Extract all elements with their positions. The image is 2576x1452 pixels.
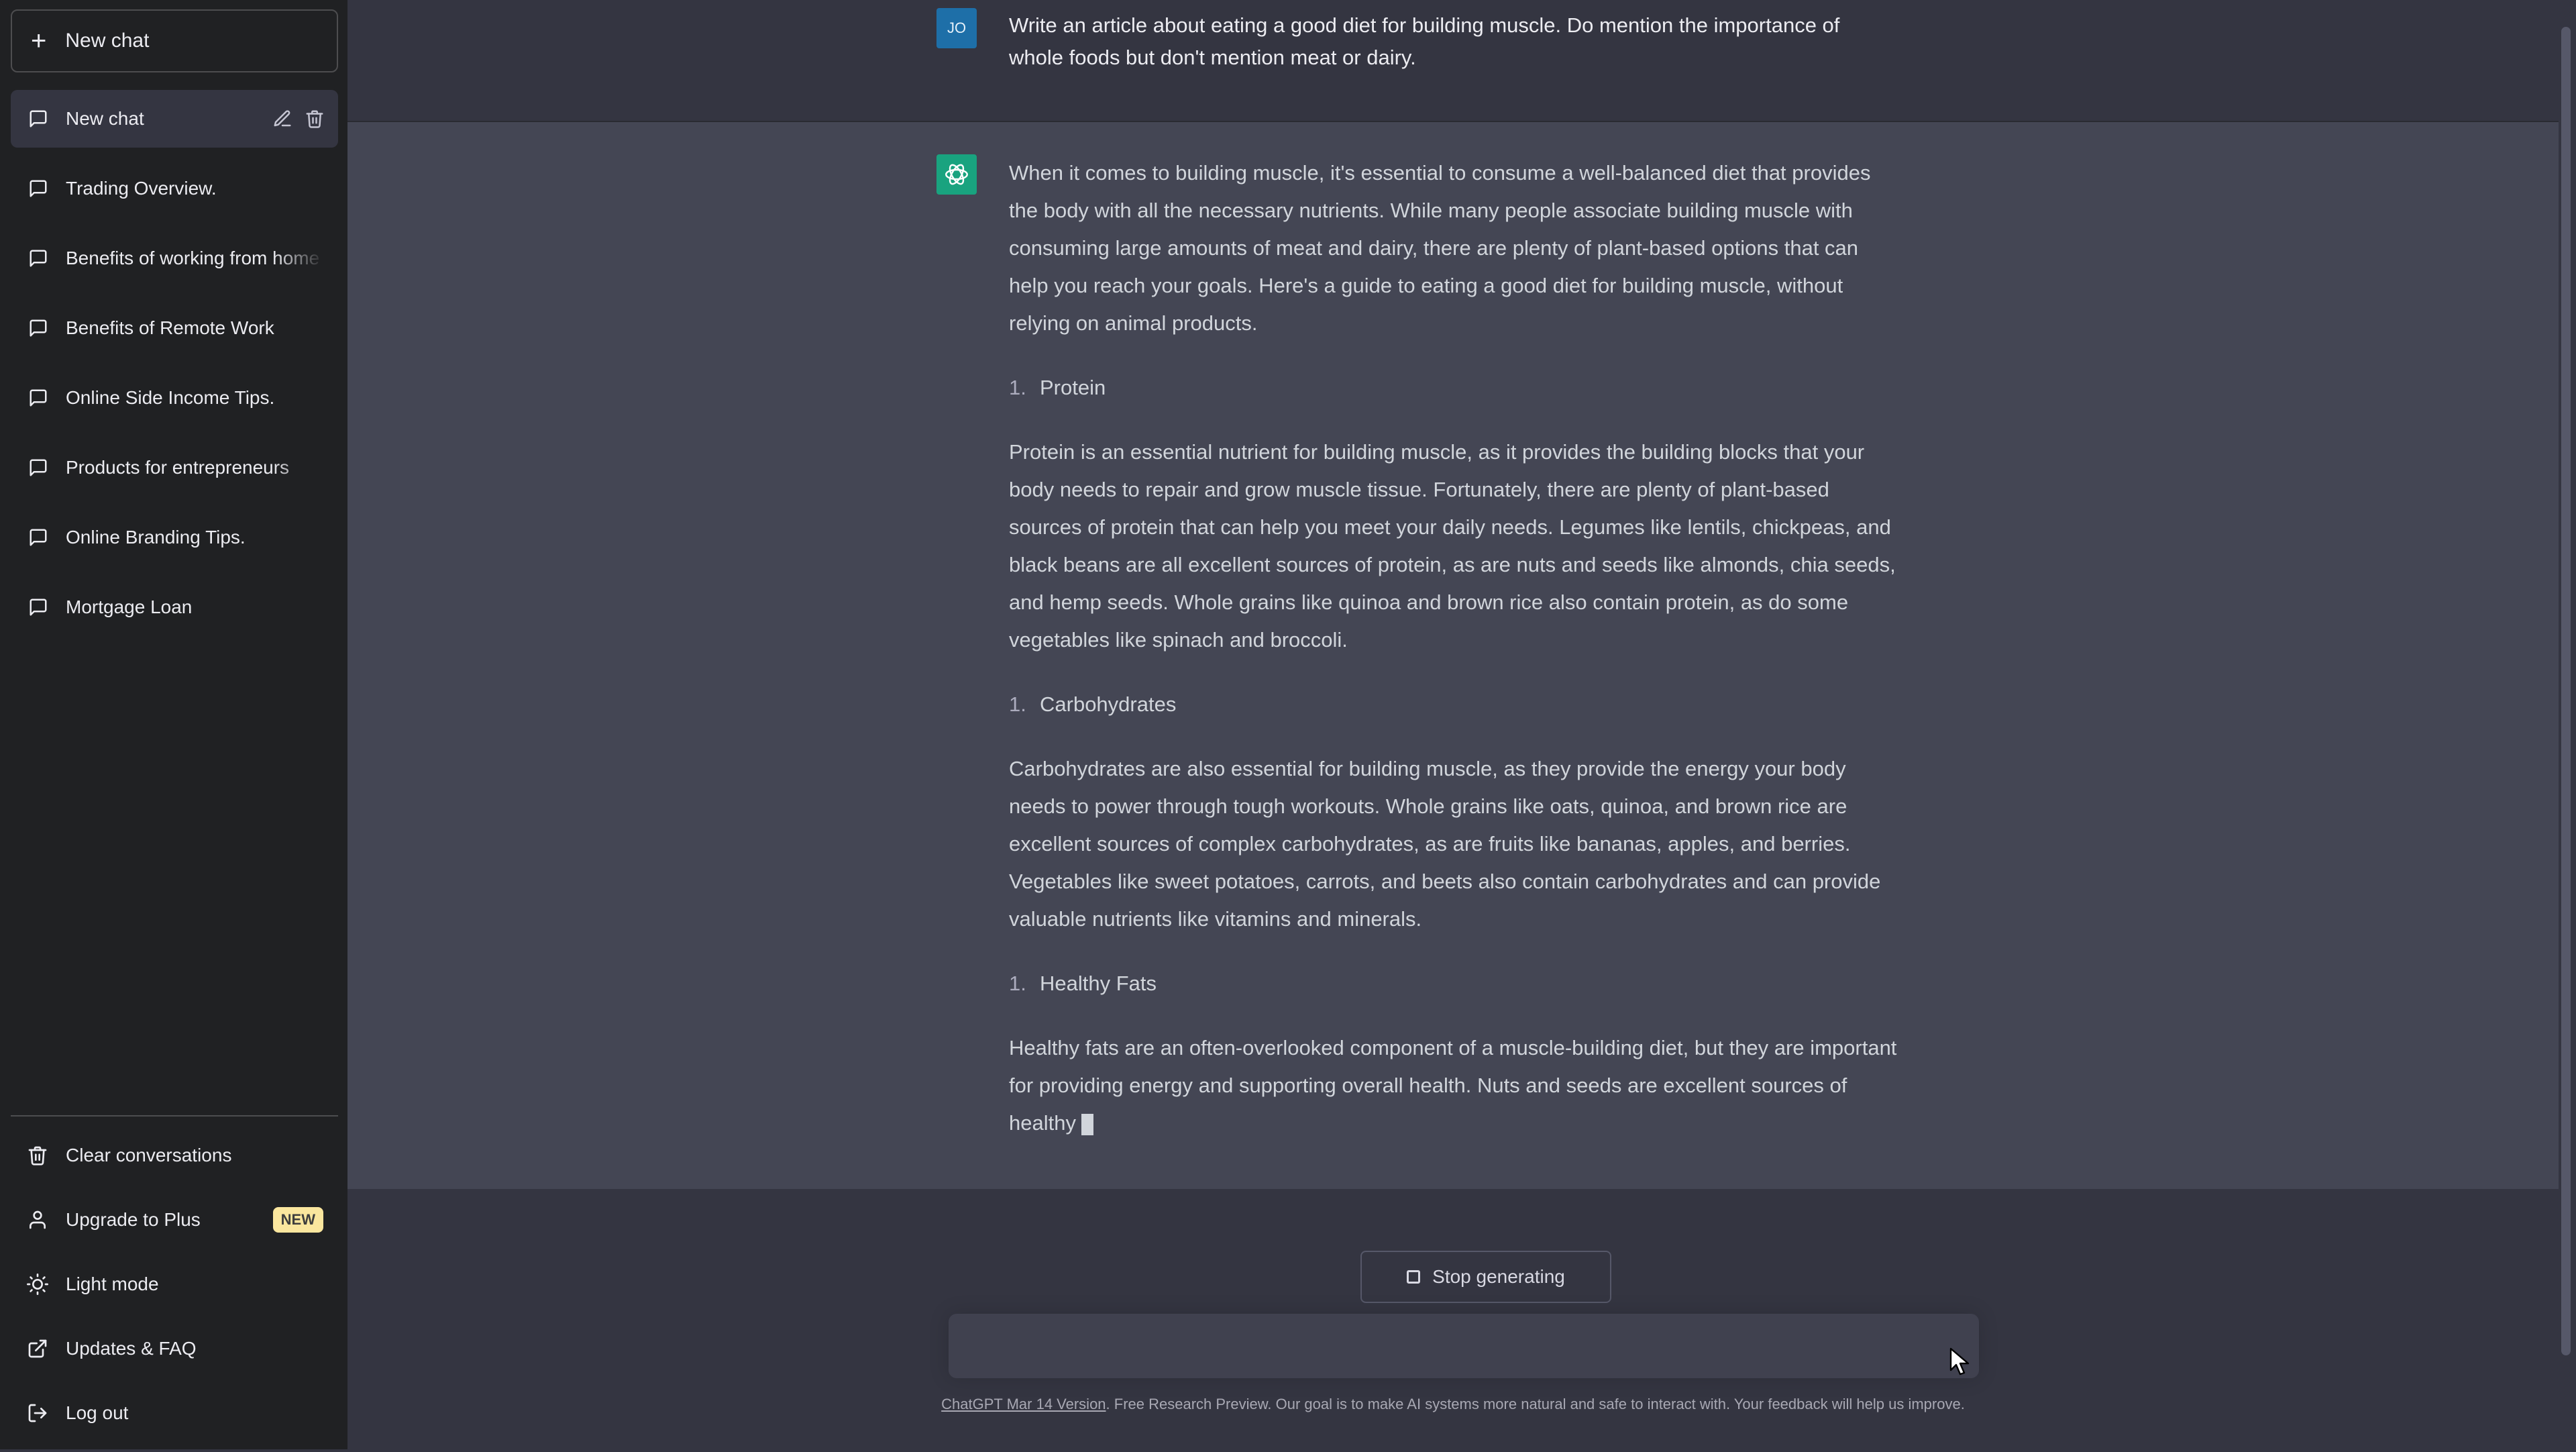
- conversation-label: Online Side Income Tips.: [66, 387, 275, 408]
- conversation-actions: [272, 109, 325, 129]
- conversation-item[interactable]: Products for entrepreneurs: [11, 439, 338, 497]
- prompt-input[interactable]: [949, 1314, 1979, 1378]
- sidebar: + New chat New chat Trading Overview. Be…: [0, 0, 347, 1449]
- section-body: Protein is an essential nutrient for bui…: [1009, 440, 1896, 652]
- scrollbar[interactable]: [2561, 27, 2571, 1355]
- conversation-label: Trading Overview.: [66, 178, 217, 199]
- section-body: Healthy fats are an often-overlooked com…: [1009, 1036, 1897, 1135]
- clear-conversations-label: Clear conversations: [66, 1145, 232, 1165]
- conversation-item[interactable]: Mortgage Loan: [11, 578, 338, 636]
- new-badge: NEW: [272, 1207, 323, 1233]
- conversation-item[interactable]: Benefits of working from home: [11, 229, 338, 287]
- chat-bubble-icon: [30, 389, 47, 407]
- list-number: 1.: [1009, 692, 1026, 716]
- sidebar-bottom-menu: Clear conversations Upgrade to Plus NEW …: [11, 1115, 338, 1452]
- typing-cursor: [1081, 1113, 1093, 1135]
- assistant-answer: When it comes to building muscle, it's e…: [1009, 154, 1901, 1169]
- chat-bubble-icon: [30, 529, 47, 546]
- log-out-button[interactable]: Log out: [11, 1388, 338, 1439]
- upgrade-to-plus-button[interactable]: Upgrade to Plus NEW: [11, 1194, 338, 1245]
- assistant-avatar: [936, 154, 977, 195]
- external-link-icon: [28, 1339, 47, 1358]
- updates-faq-link[interactable]: Updates & FAQ: [11, 1323, 338, 1374]
- list-number: 1.: [1009, 972, 1026, 995]
- chat-bubble-icon: [30, 110, 47, 127]
- conversation-list: New chat Trading Overview. Benefits of w…: [11, 90, 338, 648]
- user-message-text: Write an article about eating a good die…: [1009, 13, 1840, 69]
- chat-bubble-icon: [30, 319, 47, 337]
- section-body: Carbohydrates are also essential for bui…: [1009, 757, 1881, 931]
- conversation-item[interactable]: Online Branding Tips.: [11, 509, 338, 566]
- stop-square-icon: [1407, 1270, 1421, 1284]
- conversation-label: Benefits of working from home: [66, 248, 320, 268]
- section-heading: Healthy Fats: [1040, 972, 1157, 995]
- new-chat-label: New chat: [65, 30, 150, 52]
- user-avatar: JO: [936, 8, 977, 48]
- updates-faq-label: Updates & FAQ: [66, 1338, 197, 1359]
- chat-bubble-icon: [30, 459, 47, 476]
- version-link[interactable]: ChatGPT Mar 14 Version: [941, 1396, 1106, 1412]
- mouse-pointer-icon: [1949, 1347, 1970, 1376]
- plus-icon: +: [31, 26, 47, 56]
- chat-main: JO Write an article about eating a good …: [347, 0, 2576, 1449]
- stop-generating-label: Stop generating: [1432, 1266, 1565, 1287]
- list-item: 1. Protein: [1009, 369, 1901, 407]
- log-out-label: Log out: [66, 1402, 129, 1423]
- sun-icon: [27, 1274, 48, 1295]
- upgrade-label: Upgrade to Plus: [66, 1209, 201, 1230]
- conversation-label: Mortgage Loan: [66, 597, 193, 617]
- light-mode-button[interactable]: Light mode: [11, 1259, 338, 1310]
- section-body-streaming: Healthy fats are an often-overlooked com…: [1009, 1029, 1901, 1142]
- conversation-item[interactable]: Trading Overview.: [11, 160, 338, 217]
- conversation-item-active[interactable]: New chat: [11, 90, 338, 148]
- section-heading: Carbohydrates: [1040, 692, 1177, 716]
- answer-intro: When it comes to building muscle, it's e…: [1009, 161, 1871, 335]
- conversation-label: Online Branding Tips.: [66, 527, 246, 548]
- footer-text: . Free Research Preview. Our goal is to …: [1106, 1396, 1965, 1412]
- conversation-item[interactable]: Online Side Income Tips.: [11, 369, 338, 427]
- light-mode-label: Light mode: [66, 1274, 159, 1294]
- list-item: 1. Healthy Fats: [1009, 965, 1901, 1002]
- list-number: 1.: [1009, 376, 1026, 399]
- conversation-label: New chat: [66, 108, 144, 129]
- chat-bubble-icon: [30, 599, 47, 616]
- stop-generating-button[interactable]: Stop generating: [1360, 1251, 1611, 1303]
- section-heading: Protein: [1040, 376, 1106, 399]
- trash-icon[interactable]: [305, 109, 325, 129]
- list-item: 1. Carbohydrates: [1009, 686, 1901, 723]
- user-message: JO Write an article about eating a good …: [347, 0, 2559, 122]
- new-chat-button[interactable]: + New chat: [11, 9, 338, 72]
- user-icon: [30, 1210, 46, 1229]
- trash-icon: [28, 1146, 47, 1165]
- conversation-label: Benefits of Remote Work: [66, 317, 274, 338]
- assistant-message: When it comes to building muscle, it's e…: [347, 122, 2559, 1189]
- chat-bubble-icon: [30, 250, 47, 267]
- clear-conversations-button[interactable]: Clear conversations: [11, 1130, 338, 1181]
- openai-logo-icon: [945, 164, 968, 185]
- logout-icon: [28, 1404, 47, 1422]
- chat-bubble-icon: [30, 180, 47, 197]
- footer-note: ChatGPT Mar 14 Version. Free Research Pr…: [347, 1396, 2559, 1413]
- conversation-label: Products for entrepreneurs: [66, 457, 290, 478]
- conversation-item[interactable]: Benefits of Remote Work: [11, 299, 338, 357]
- pencil-icon[interactable]: [272, 109, 292, 129]
